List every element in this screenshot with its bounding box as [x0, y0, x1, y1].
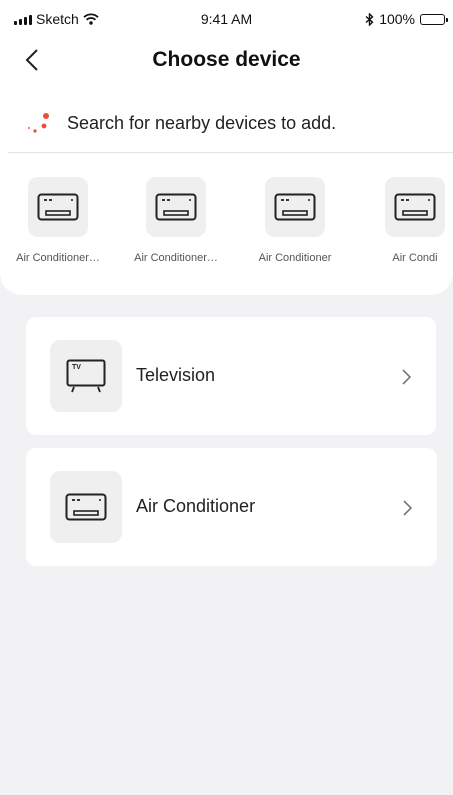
page-title: Choose device: [152, 48, 301, 71]
device-tile: [50, 471, 122, 543]
device-tile: TV: [50, 340, 122, 412]
chevron-right-icon: [402, 369, 412, 385]
device-type-name: Air Conditioner: [136, 496, 256, 516]
scanned-device-item[interactable]: Air Condi: [357, 176, 453, 272]
chevron-right-icon: [403, 500, 413, 516]
device-type-television[interactable]: TV Television: [26, 317, 436, 435]
divider: [8, 152, 453, 153]
scanned-device-item[interactable]: Air Conditioner…: [0, 176, 100, 272]
air-conditioner-icon: [65, 493, 107, 521]
scanned-device-label: Air Conditioner…: [16, 252, 100, 264]
svg-text:TV: TV: [72, 364, 81, 371]
scanned-device-item[interactable]: Air Conditioner…: [118, 176, 218, 272]
scanned-device-label: Air Conditioner…: [134, 252, 218, 264]
search-text: Search for nearby devices to add.: [67, 112, 337, 133]
device-tile: [28, 177, 88, 237]
battery-percent: 100%: [379, 11, 415, 27]
device-type-air-conditioner[interactable]: Air Conditioner: [26, 448, 437, 566]
battery-icon: [420, 13, 448, 25]
device-type-name: Television: [136, 365, 216, 385]
air-conditioner-icon: [274, 193, 316, 221]
search-status: Search for nearby devices to add.: [24, 108, 336, 138]
top-panel: Sketch 9:41 AM 100% Choose device Search…: [0, 0, 453, 295]
scanning-dots-icon: [24, 111, 52, 135]
status-right: 100%: [365, 11, 448, 27]
scanned-device-label: Air Conditioner: [258, 252, 332, 264]
air-conditioner-icon: [155, 193, 197, 221]
status-bar: Sketch 9:41 AM 100%: [0, 0, 453, 38]
scanned-device-label: Air Condi: [392, 252, 438, 264]
device-tile: [385, 177, 445, 237]
television-icon: TV: [66, 359, 106, 393]
bluetooth-icon: [365, 12, 374, 26]
air-conditioner-icon: [37, 193, 79, 221]
device-tile: [265, 177, 325, 237]
scanned-device-list[interactable]: Air Conditioner… Air Conditioner… Air Co…: [0, 176, 453, 272]
air-conditioner-icon: [394, 193, 436, 221]
scanned-device-item[interactable]: Air Conditioner: [237, 176, 337, 272]
device-tile: [146, 177, 206, 237]
